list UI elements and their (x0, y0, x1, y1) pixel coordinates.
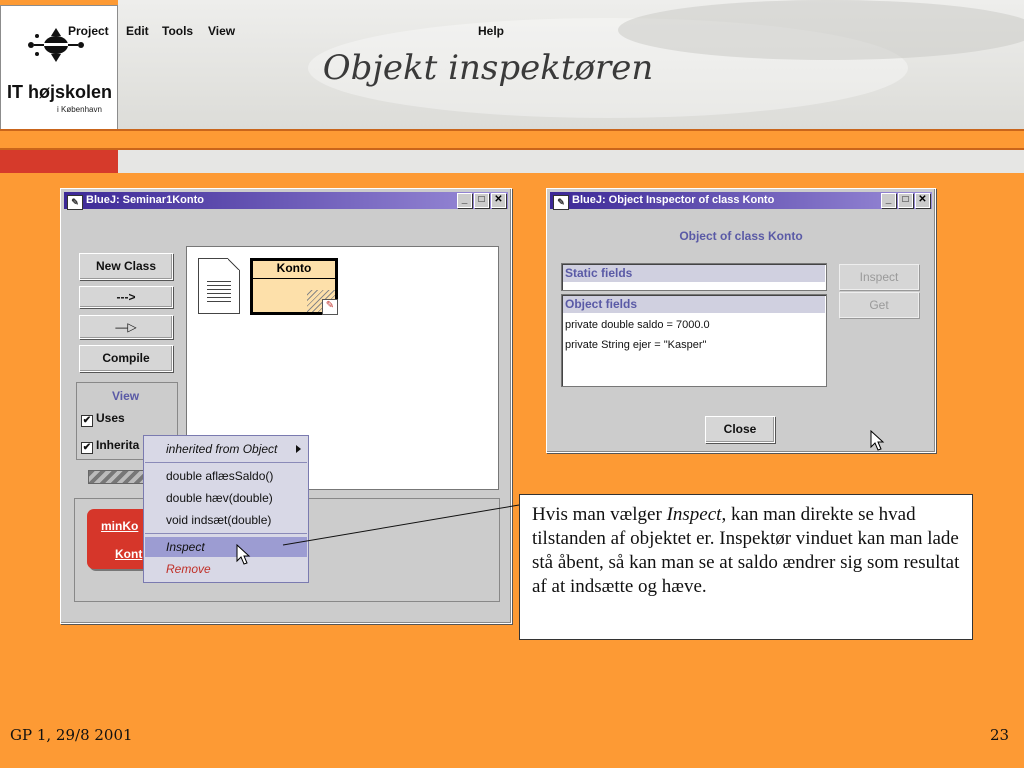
minimize-button[interactable]: _ (881, 193, 896, 208)
slide-header: Objekt inspektøren IT højskolen i Københ… (0, 0, 1024, 175)
bluej-app-icon: ✎ (553, 195, 569, 210)
menu-item-method[interactable]: double aflæsSaldo() (145, 466, 307, 486)
menu-item-method[interactable]: void indsæt(double) (145, 510, 307, 530)
slide-footer-date: GP 1, 29/8 2001 (10, 726, 133, 744)
mouse-pointer-icon (236, 544, 251, 565)
field-row[interactable]: private double saldo = 7000.0 (565, 319, 710, 331)
page-fold (228, 258, 240, 270)
menu-item-inspect[interactable]: Inspect (145, 537, 307, 557)
menu-edit[interactable]: Edit (126, 24, 149, 38)
header-accent-red (0, 150, 118, 173)
menu-separator (145, 462, 307, 463)
readme-document-icon[interactable] (198, 258, 240, 314)
field-row[interactable]: private String ejer = "Kasper" (565, 339, 706, 351)
inspector-heading: Object of class Konto (679, 229, 803, 243)
header-strip (118, 131, 1024, 148)
minimize-button[interactable]: _ (457, 193, 472, 208)
checkmark-icon: ✔ (81, 442, 93, 454)
inheritance-arrow-button[interactable]: —▷ (79, 315, 173, 339)
static-fields-list[interactable]: Static fields (561, 263, 827, 291)
inheritance-checkbox[interactable]: ✔ Inherita (81, 438, 139, 454)
object-type: Kont (115, 547, 143, 561)
menu-view[interactable]: View (208, 24, 235, 38)
logo-subtext: i København (57, 105, 102, 114)
header-accent (0, 131, 118, 148)
menu-item-label: inherited from Object (166, 442, 278, 456)
main-window-title: BlueJ: Seminar1Konto (86, 194, 204, 206)
menu-help[interactable]: Help (478, 24, 504, 38)
menu-tools[interactable]: Tools (162, 24, 193, 38)
new-class-button[interactable]: New Class (79, 253, 173, 280)
compile-button[interactable]: Compile (79, 345, 173, 372)
main-window-titlebar[interactable]: ✎ BlueJ: Seminar1Konto _ □ ✕ (64, 192, 508, 210)
uses-checkbox[interactable]: ✔ Uses (81, 411, 125, 427)
maximize-button[interactable]: □ (898, 193, 913, 208)
note-emphasis: Inspect (666, 504, 722, 525)
mouse-pointer-icon (870, 430, 885, 451)
menu-item-method[interactable]: double hæv(double) (145, 488, 307, 508)
close-button[interactable]: Close (705, 416, 775, 443)
inheritance-label: Inherita (96, 438, 140, 452)
tool-icon: ✎ (322, 299, 338, 315)
close-window-button[interactable]: ✕ (491, 193, 506, 208)
close-window-button[interactable]: ✕ (915, 193, 930, 208)
uses-label: Uses (96, 411, 125, 425)
header-strip (118, 150, 1024, 173)
inspect-button[interactable]: Inspect (839, 264, 919, 290)
menu-separator (145, 533, 307, 534)
explanation-note: Hvis man vælger Inspect, kan man direkte… (519, 494, 973, 640)
inspector-titlebar[interactable]: ✎ BlueJ: Object Inspector of class Konto … (550, 192, 932, 210)
object-fields-list[interactable]: Object fields private double saldo = 700… (561, 294, 827, 387)
object-fields-header: Object fields (563, 296, 825, 313)
menu-item-remove[interactable]: Remove (145, 559, 307, 579)
note-text-start: Hvis man vælger (532, 504, 667, 525)
class-konto[interactable]: Konto ✎ (250, 258, 338, 315)
slide-title: Objekt inspektøren (322, 48, 654, 88)
checkmark-icon: ✔ (81, 415, 93, 427)
slide-page-number: 23 (990, 726, 1010, 744)
bluej-app-icon: ✎ (67, 195, 83, 210)
maximize-button[interactable]: □ (474, 193, 489, 208)
static-fields-header: Static fields (563, 265, 825, 282)
view-group-label: View (112, 389, 140, 403)
menu-project[interactable]: Project (68, 24, 109, 38)
menu-item-inherited[interactable]: inherited from Object (145, 439, 307, 459)
inspector-title: BlueJ: Object Inspector of class Konto (572, 194, 775, 206)
logo-text: IT højskolen (7, 82, 113, 102)
get-button[interactable]: Get (839, 292, 919, 318)
dependency-arrow-button[interactable]: ---> (79, 286, 173, 308)
text-lines (207, 281, 231, 303)
object-context-menu: inherited from Object double aflæsSaldo(… (143, 435, 309, 583)
submenu-arrow-icon (296, 445, 301, 453)
object-name: minKo (101, 519, 139, 533)
class-name: Konto (253, 261, 335, 279)
